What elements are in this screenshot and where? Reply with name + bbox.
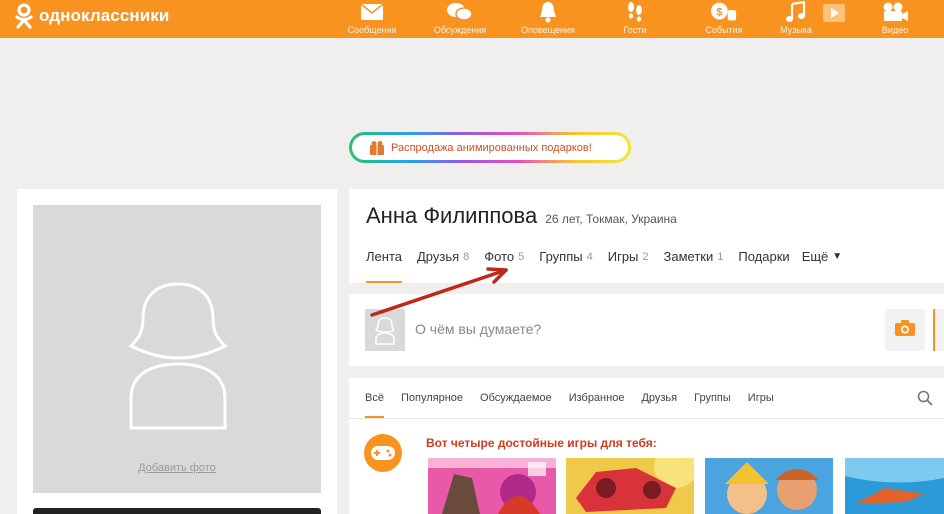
tab-games-label: Игры bbox=[607, 249, 639, 264]
tab-gifts-label: Подарки bbox=[738, 249, 790, 264]
chat-bubbles-icon bbox=[446, 0, 474, 24]
play-icon bbox=[822, 4, 846, 28]
feed-tab-all[interactable]: Всё bbox=[365, 392, 384, 418]
add-photo-link[interactable]: Добавить фото bbox=[33, 462, 321, 474]
promo-text: Распродажа анимированных подарков! bbox=[391, 141, 592, 154]
profile-photo-card: Добавить фото bbox=[17, 189, 337, 514]
game-thumbnail-1[interactable] bbox=[428, 458, 556, 514]
feed-tab-friends[interactable]: Друзья bbox=[641, 392, 677, 418]
music-player-button[interactable] bbox=[822, 2, 846, 24]
nav-video[interactable]: Видео bbox=[876, 0, 914, 38]
logo-text: одноклассники bbox=[39, 6, 170, 25]
tab-notes-count: 1 bbox=[717, 251, 724, 263]
female-silhouette-icon bbox=[123, 280, 233, 435]
tab-groups-label: Группы bbox=[539, 249, 583, 264]
promo-inner: Распродажа анимированных подарков! bbox=[352, 135, 628, 160]
feed: Всё Популярное Обсуждаемое Избранное Дру… bbox=[349, 378, 944, 514]
feed-tab-popular[interactable]: Популярное bbox=[401, 392, 463, 418]
user-silhouette-icon bbox=[374, 317, 396, 350]
tab-photos-label: Фото bbox=[484, 249, 515, 264]
tab-games-count: 2 bbox=[642, 251, 649, 263]
nav-messages-label: Сообщения bbox=[347, 25, 397, 35]
tab-photos[interactable]: Фото 5 bbox=[484, 249, 524, 283]
tab-groups[interactable]: Группы 4 bbox=[539, 249, 592, 283]
nav-video-label: Видео bbox=[881, 25, 909, 35]
music-note-icon bbox=[782, 0, 810, 24]
top-bar: одноклассники Сообщения Обсуждения Опове… bbox=[0, 0, 944, 38]
footprints-icon bbox=[621, 0, 649, 24]
tab-gifts[interactable]: Подарки bbox=[738, 249, 789, 283]
add-photo-button[interactable] bbox=[885, 309, 925, 351]
feed-tab-discussed[interactable]: Обсуждаемое bbox=[480, 392, 552, 418]
game-thumbnail-4[interactable] bbox=[845, 458, 944, 514]
tab-more[interactable]: Ещё ▼ bbox=[802, 249, 843, 283]
tab-feed[interactable]: Лента bbox=[366, 249, 402, 283]
tab-notes[interactable]: Заметки 1 bbox=[664, 249, 724, 283]
video-camera-icon bbox=[881, 0, 909, 24]
nav-events[interactable]: $ События bbox=[700, 0, 748, 38]
nav-notifications[interactable]: Оповещения bbox=[515, 0, 581, 38]
nav-notifications-label: Оповещения bbox=[521, 25, 575, 35]
tab-friends-count: 8 bbox=[463, 251, 470, 263]
nav-discussions-label: Обсуждения bbox=[433, 25, 487, 35]
svg-text:$: $ bbox=[716, 6, 723, 18]
profile-header: Анна Филиппова 26 лет, Токмак, Украина Л… bbox=[349, 189, 944, 283]
profile-tabs: Лента Друзья 8 Фото 5 Группы 4 Игры 2 Заметк… bbox=[366, 249, 857, 283]
tab-groups-count: 4 bbox=[586, 251, 593, 263]
post-composer: О чём вы думаете? bbox=[349, 294, 944, 366]
next-block-edge bbox=[33, 508, 321, 514]
logo[interactable]: одноклассники bbox=[14, 3, 169, 29]
tab-notes-label: Заметки bbox=[663, 249, 714, 264]
feed-tab-groups[interactable]: Группы bbox=[694, 392, 731, 418]
nav-events-label: События bbox=[705, 25, 743, 35]
tab-friends[interactable]: Друзья 8 bbox=[417, 249, 469, 283]
feed-tabs: Всё Популярное Обсуждаемое Избранное Дру… bbox=[365, 392, 791, 418]
envelope-icon bbox=[358, 0, 386, 24]
profile-meta: 26 лет, Токмак, Украина bbox=[545, 212, 677, 226]
nav-guests[interactable]: Гости bbox=[615, 0, 655, 38]
bell-icon bbox=[534, 0, 562, 24]
coin-hand-icon: $ bbox=[710, 0, 738, 24]
ok-logo-icon bbox=[14, 3, 34, 29]
post-input[interactable]: О чём вы думаете? bbox=[415, 321, 541, 337]
nav-discussions[interactable]: Обсуждения bbox=[428, 0, 492, 38]
tab-games[interactable]: Игры 2 bbox=[608, 249, 649, 283]
tab-friends-label: Друзья bbox=[416, 249, 460, 264]
promo-banner[interactable]: Распродажа анимированных подарков! bbox=[349, 132, 631, 163]
caret-down-icon: ▼ bbox=[832, 251, 843, 262]
profile-name-row: Анна Филиппова 26 лет, Токмак, Украина bbox=[366, 203, 677, 229]
feed-tab-favorites[interactable]: Избранное bbox=[569, 392, 625, 418]
tab-more-label: Ещё bbox=[801, 249, 829, 264]
feed-divider bbox=[349, 418, 944, 419]
nav-music[interactable]: Музыка bbox=[776, 0, 816, 38]
game-thumbnail-2[interactable] bbox=[566, 458, 694, 514]
gift-icon bbox=[369, 140, 385, 156]
post-avatar bbox=[365, 309, 405, 351]
camera-icon bbox=[894, 319, 916, 342]
tab-photos-count: 5 bbox=[518, 251, 525, 263]
game-thumbnail-3[interactable] bbox=[705, 458, 833, 514]
games-suggestion-title: Вот четыре достойные игры для тебя: bbox=[426, 436, 657, 450]
avatar-placeholder[interactable]: Добавить фото bbox=[33, 205, 321, 493]
tab-feed-label: Лента bbox=[366, 249, 402, 264]
nav-music-label: Музыка bbox=[780, 25, 812, 35]
profile-name: Анна Филиппова bbox=[366, 203, 538, 228]
nav-messages[interactable]: Сообщения bbox=[343, 0, 401, 38]
gamepad-icon bbox=[364, 434, 402, 472]
search-icon[interactable] bbox=[917, 390, 933, 406]
feed-tab-games[interactable]: Игры bbox=[748, 392, 774, 418]
add-video-button[interactable] bbox=[933, 309, 944, 351]
nav-guests-label: Гости bbox=[623, 25, 647, 35]
